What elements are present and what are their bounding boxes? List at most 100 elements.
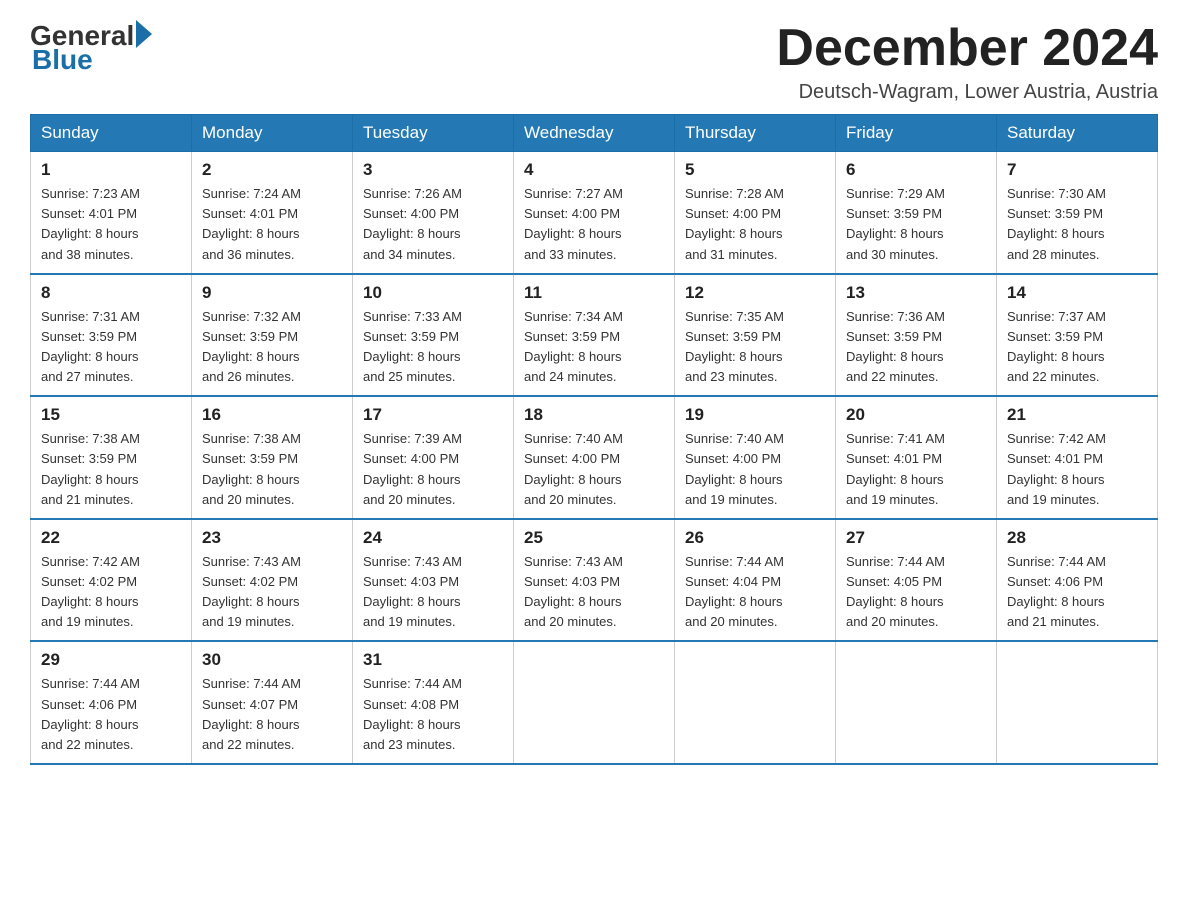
day-cell: 7 Sunrise: 7:30 AMSunset: 3:59 PMDaylight… — [997, 152, 1158, 274]
weekday-header-row: SundayMondayTuesdayWednesdayThursdayFrid… — [31, 115, 1158, 152]
day-cell: 4Sunrise: 7:27 AMSunset: 4:00 PMDaylight… — [514, 152, 675, 274]
day-number: 12 — [685, 283, 825, 303]
day-number: 24 — [363, 528, 503, 548]
weekday-header-sunday: Sunday — [31, 115, 192, 152]
day-number: 2 — [202, 160, 342, 180]
day-info: Sunrise: 7:31 AMSunset: 3:59 PMDaylight:… — [41, 307, 181, 388]
day-info: Sunrise: 7:39 AMSunset: 4:00 PMDaylight:… — [363, 429, 503, 510]
day-info: Sunrise: 7:29 AMSunset: 3:59 PMDaylight:… — [846, 184, 986, 265]
day-number: 21 — [1007, 405, 1147, 425]
day-number: 4 — [524, 160, 664, 180]
day-cell: 1 Sunrise: 7:23 AMSunset: 4:01 PMDaylight… — [31, 152, 192, 274]
day-cell: 11Sunrise: 7:34 AMSunset: 3:59 PMDayligh… — [514, 274, 675, 397]
day-number: 22 — [41, 528, 181, 548]
day-info: Sunrise: 7:44 AMSunset: 4:06 PMDaylight:… — [41, 674, 181, 755]
day-number: 29 — [41, 650, 181, 670]
day-number: 3 — [363, 160, 503, 180]
weekday-header-thursday: Thursday — [675, 115, 836, 152]
day-info: Sunrise: 7:26 AMSunset: 4:00 PMDaylight:… — [363, 184, 503, 265]
day-cell: 25 Sunrise: 7:43 AMSunset: 4:03 PMDayligh… — [514, 519, 675, 642]
week-row-3: 15 Sunrise: 7:38 AMSunset: 3:59 PMDayligh… — [31, 396, 1158, 519]
logo: General Blue — [30, 20, 152, 76]
day-info: Sunrise: 7:23 AMSunset: 4:01 PMDaylight:… — [41, 184, 181, 265]
day-cell: 20 Sunrise: 7:41 AMSunset: 4:01 PMDayligh… — [836, 396, 997, 519]
weekday-header-monday: Monday — [192, 115, 353, 152]
day-number: 20 — [846, 405, 986, 425]
day-cell: 26Sunrise: 7:44 AMSunset: 4:04 PMDayligh… — [675, 519, 836, 642]
day-number: 18 — [524, 405, 664, 425]
day-cell: 5 Sunrise: 7:28 AMSunset: 4:00 PMDaylight… — [675, 152, 836, 274]
header: General Blue December 2024 Deutsch-Wagra… — [30, 20, 1158, 104]
day-number: 15 — [41, 405, 181, 425]
day-info: Sunrise: 7:44 AMSunset: 4:06 PMDaylight:… — [1007, 552, 1147, 633]
day-cell — [514, 641, 675, 764]
day-cell: 2 Sunrise: 7:24 AMSunset: 4:01 PMDaylight… — [192, 152, 353, 274]
day-cell: 17Sunrise: 7:39 AMSunset: 4:00 PMDayligh… — [353, 396, 514, 519]
day-number: 1 — [41, 160, 181, 180]
weekday-header-saturday: Saturday — [997, 115, 1158, 152]
title-area: December 2024 Deutsch-Wagram, Lower Aust… — [776, 20, 1158, 104]
day-info: Sunrise: 7:38 AMSunset: 3:59 PMDaylight:… — [202, 429, 342, 510]
day-cell: 6 Sunrise: 7:29 AMSunset: 3:59 PMDaylight… — [836, 152, 997, 274]
day-info: Sunrise: 7:41 AMSunset: 4:01 PMDaylight:… — [846, 429, 986, 510]
day-info: Sunrise: 7:30 AMSunset: 3:59 PMDaylight:… — [1007, 184, 1147, 265]
day-number: 11 — [524, 283, 664, 303]
day-info: Sunrise: 7:28 AMSunset: 4:00 PMDaylight:… — [685, 184, 825, 265]
day-number: 5 — [685, 160, 825, 180]
day-number: 16 — [202, 405, 342, 425]
day-number: 6 — [846, 160, 986, 180]
day-info: Sunrise: 7:44 AMSunset: 4:07 PMDaylight:… — [202, 674, 342, 755]
day-cell: 19Sunrise: 7:40 AMSunset: 4:00 PMDayligh… — [675, 396, 836, 519]
day-cell — [836, 641, 997, 764]
day-cell: 16 Sunrise: 7:38 AMSunset: 3:59 PMDayligh… — [192, 396, 353, 519]
week-row-4: 22 Sunrise: 7:42 AMSunset: 4:02 PMDayligh… — [31, 519, 1158, 642]
day-info: Sunrise: 7:42 AMSunset: 4:01 PMDaylight:… — [1007, 429, 1147, 510]
weekday-header-friday: Friday — [836, 115, 997, 152]
day-info: Sunrise: 7:43 AMSunset: 4:02 PMDaylight:… — [202, 552, 342, 633]
day-cell: 3 Sunrise: 7:26 AMSunset: 4:00 PMDaylight… — [353, 152, 514, 274]
week-row-2: 8Sunrise: 7:31 AMSunset: 3:59 PMDaylight… — [31, 274, 1158, 397]
day-number: 7 — [1007, 160, 1147, 180]
day-info: Sunrise: 7:35 AMSunset: 3:59 PMDaylight:… — [685, 307, 825, 388]
day-cell: 10Sunrise: 7:33 AMSunset: 3:59 PMDayligh… — [353, 274, 514, 397]
day-number: 31 — [363, 650, 503, 670]
day-info: Sunrise: 7:43 AMSunset: 4:03 PMDaylight:… — [363, 552, 503, 633]
day-number: 28 — [1007, 528, 1147, 548]
day-number: 14 — [1007, 283, 1147, 303]
day-cell: 15 Sunrise: 7:38 AMSunset: 3:59 PMDayligh… — [31, 396, 192, 519]
day-info: Sunrise: 7:42 AMSunset: 4:02 PMDaylight:… — [41, 552, 181, 633]
day-number: 27 — [846, 528, 986, 548]
day-number: 23 — [202, 528, 342, 548]
day-cell: 24 Sunrise: 7:43 AMSunset: 4:03 PMDayligh… — [353, 519, 514, 642]
day-cell: 18 Sunrise: 7:40 AMSunset: 4:00 PMDayligh… — [514, 396, 675, 519]
day-info: Sunrise: 7:37 AMSunset: 3:59 PMDaylight:… — [1007, 307, 1147, 388]
month-title: December 2024 — [776, 20, 1158, 77]
week-row-5: 29 Sunrise: 7:44 AMSunset: 4:06 PMDayligh… — [31, 641, 1158, 764]
day-info: Sunrise: 7:44 AMSunset: 4:04 PMDaylight:… — [685, 552, 825, 633]
logo-blue-text: Blue — [30, 44, 152, 76]
day-cell: 9 Sunrise: 7:32 AMSunset: 3:59 PMDaylight… — [192, 274, 353, 397]
day-info: Sunrise: 7:40 AMSunset: 4:00 PMDaylight:… — [685, 429, 825, 510]
day-info: Sunrise: 7:33 AMSunset: 3:59 PMDaylight:… — [363, 307, 503, 388]
day-cell: 30Sunrise: 7:44 AMSunset: 4:07 PMDayligh… — [192, 641, 353, 764]
day-number: 9 — [202, 283, 342, 303]
day-info: Sunrise: 7:38 AMSunset: 3:59 PMDaylight:… — [41, 429, 181, 510]
day-cell: 13 Sunrise: 7:36 AMSunset: 3:59 PMDayligh… — [836, 274, 997, 397]
weekday-header-wednesday: Wednesday — [514, 115, 675, 152]
day-info: Sunrise: 7:32 AMSunset: 3:59 PMDaylight:… — [202, 307, 342, 388]
day-number: 25 — [524, 528, 664, 548]
day-cell: 14 Sunrise: 7:37 AMSunset: 3:59 PMDayligh… — [997, 274, 1158, 397]
day-cell: 23 Sunrise: 7:43 AMSunset: 4:02 PMDayligh… — [192, 519, 353, 642]
day-cell: 12 Sunrise: 7:35 AMSunset: 3:59 PMDayligh… — [675, 274, 836, 397]
day-info: Sunrise: 7:43 AMSunset: 4:03 PMDaylight:… — [524, 552, 664, 633]
weekday-header-tuesday: Tuesday — [353, 115, 514, 152]
day-info: Sunrise: 7:36 AMSunset: 3:59 PMDaylight:… — [846, 307, 986, 388]
day-cell: 27Sunrise: 7:44 AMSunset: 4:05 PMDayligh… — [836, 519, 997, 642]
day-cell — [675, 641, 836, 764]
day-info: Sunrise: 7:24 AMSunset: 4:01 PMDaylight:… — [202, 184, 342, 265]
day-cell — [997, 641, 1158, 764]
day-number: 13 — [846, 283, 986, 303]
day-cell: 28 Sunrise: 7:44 AMSunset: 4:06 PMDayligh… — [997, 519, 1158, 642]
day-info: Sunrise: 7:40 AMSunset: 4:00 PMDaylight:… — [524, 429, 664, 510]
calendar-table: SundayMondayTuesdayWednesdayThursdayFrid… — [30, 114, 1158, 765]
